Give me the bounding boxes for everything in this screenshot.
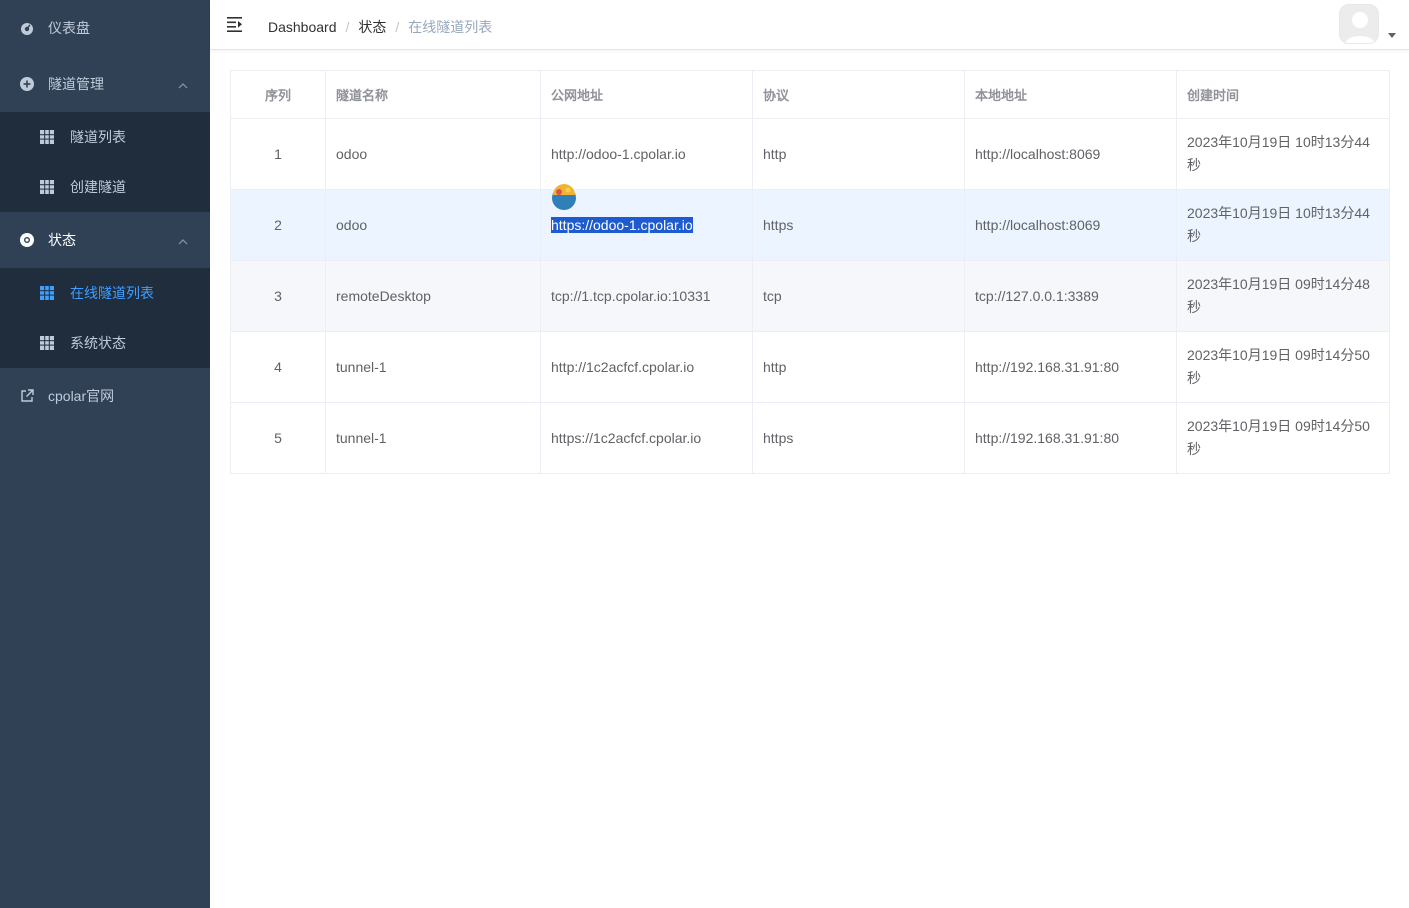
submenu-tunnel-management: 隧道列表 创建隧道 [0, 112, 210, 212]
cell-public-address[interactable]: http://odoo-1.cpolar.io [540, 118, 753, 190]
cell-local-address: tcp://127.0.0.1:3389 [964, 260, 1177, 332]
cell-name: tunnel-1 [325, 331, 541, 403]
sidebar-item-label: 状态 [48, 232, 76, 248]
column-header-created-time[interactable]: 创建时间 [1176, 70, 1390, 119]
sidebar-item-label: 在线隧道列表 [70, 285, 154, 301]
cell-index: 5 [230, 402, 326, 474]
sidebar-item-label: 创建隧道 [70, 179, 126, 195]
table-icon [40, 130, 54, 144]
cell-protocol: http [752, 331, 965, 403]
cell-index: 1 [230, 118, 326, 190]
sidebar-item-tunnel-management[interactable]: 隧道管理 [0, 56, 210, 112]
column-header-name[interactable]: 隧道名称 [325, 70, 541, 119]
cell-name: odoo [325, 118, 541, 190]
tunnel-table: 序列 隧道名称 公网地址 协议 本地地址 创建时间 1 odoo http://… [230, 70, 1390, 474]
sidebar-item-dashboard[interactable]: 仪表盘 [0, 0, 210, 56]
cell-created-time: 2023年10月19日 10时13分44秒 [1176, 118, 1390, 190]
table-icon [40, 180, 54, 194]
cell-created-time: 2023年10月19日 09时14分50秒 [1176, 402, 1390, 474]
cell-local-address: http://192.168.31.91:80 [964, 402, 1177, 474]
cell-public-address[interactable]: tcp://1.tcp.cpolar.io:10331 [540, 260, 753, 332]
cell-created-time: 2023年10月19日 10时13分44秒 [1176, 189, 1390, 261]
breadcrumb-status[interactable]: 状态 [358, 17, 386, 37]
lifebuoy-icon [20, 233, 34, 247]
cell-created-time: 2023年10月19日 09时14分48秒 [1176, 260, 1390, 332]
external-link-icon [20, 389, 34, 403]
column-header-protocol[interactable]: 协议 [752, 70, 965, 119]
navbar: Dashboard / 状态 / 在线隧道列表 [210, 0, 1409, 50]
sidebar-item-status[interactable]: 状态 [0, 212, 210, 268]
translate-bubble-icon[interactable] [550, 183, 578, 211]
sidebar-item-label: 仪表盘 [48, 20, 90, 36]
sidebar-item-label: 系统状态 [70, 335, 126, 351]
sidebar-item-online-tunnels[interactable]: 在线隧道列表 [0, 268, 210, 318]
selected-text[interactable]: https://odoo-1.cpolar.io [551, 216, 693, 233]
table-icon [40, 336, 54, 350]
avatar[interactable] [1339, 4, 1379, 44]
table-icon [40, 286, 54, 300]
cell-name: odoo [325, 189, 541, 261]
cell-protocol: tcp [752, 260, 965, 332]
sidebar-item-cpolar-site[interactable]: cpolar官网 [0, 368, 210, 424]
cell-protocol: http [752, 118, 965, 190]
chevron-up-icon [178, 78, 188, 89]
breadcrumb-separator: / [345, 19, 350, 35]
cell-created-time: 2023年10月19日 09时14分50秒 [1176, 331, 1390, 403]
sidebar-item-label: cpolar官网 [48, 388, 115, 404]
cell-local-address: http://localhost:8069 [964, 189, 1177, 261]
sidebar-item-create-tunnel[interactable]: 创建隧道 [0, 162, 210, 212]
cell-local-address: http://192.168.31.91:80 [964, 331, 1177, 403]
table-row[interactable]: 3 remoteDesktop tcp://1.tcp.cpolar.io:10… [230, 260, 1390, 332]
breadcrumb-dashboard[interactable]: Dashboard [268, 19, 337, 35]
cell-index: 4 [230, 331, 326, 403]
breadcrumb-current: 在线隧道列表 [408, 19, 493, 35]
cell-protocol: https [752, 402, 965, 474]
chevron-up-icon [178, 234, 188, 245]
submenu-status: 在线隧道列表 系统状态 [0, 268, 210, 368]
cell-local-address: http://localhost:8069 [964, 118, 1177, 190]
cell-index: 2 [230, 189, 326, 261]
sidebar-item-label: 隧道列表 [70, 129, 126, 145]
table-row[interactable]: 2 odoo https://odoo-1.cpolar.io https ht… [230, 189, 1390, 261]
table-header-row: 序列 隧道名称 公网地址 协议 本地地址 创建时间 [230, 70, 1390, 119]
sidebar-item-system-status[interactable]: 系统状态 [0, 318, 210, 368]
column-header-local-address[interactable]: 本地地址 [964, 70, 1177, 119]
cell-name: tunnel-1 [325, 402, 541, 474]
dashboard-icon [20, 21, 34, 35]
cell-protocol: https [752, 189, 965, 261]
sidebar-item-label: 隧道管理 [48, 76, 104, 92]
cell-index: 3 [230, 260, 326, 332]
table-row[interactable]: 4 tunnel-1 http://1c2acfcf.cpolar.io htt… [230, 331, 1390, 403]
plus-circle-icon [20, 77, 34, 91]
table-row[interactable]: 5 tunnel-1 https://1c2acfcf.cpolar.io ht… [230, 402, 1390, 474]
caret-down-icon[interactable] [1388, 33, 1396, 38]
sidebar: 仪表盘 隧道管理 隧道列表 创建隧道 状态 在线隧道列表 系统状态 cpolar… [0, 0, 210, 908]
column-header-public-address[interactable]: 公网地址 [540, 70, 753, 119]
cell-public-address[interactable]: http://1c2acfcf.cpolar.io [540, 331, 753, 403]
sidebar-item-tunnel-list[interactable]: 隧道列表 [0, 112, 210, 162]
table-row[interactable]: 1 odoo http://odoo-1.cpolar.io http http… [230, 118, 1390, 190]
menu-fold-icon[interactable] [227, 16, 244, 33]
breadcrumb-separator: / [395, 19, 400, 35]
cell-public-address[interactable]: https://1c2acfcf.cpolar.io [540, 402, 753, 474]
breadcrumb: Dashboard / 状态 / 在线隧道列表 [268, 17, 492, 37]
column-header-index[interactable]: 序列 [230, 70, 326, 119]
cell-name: remoteDesktop [325, 260, 541, 332]
